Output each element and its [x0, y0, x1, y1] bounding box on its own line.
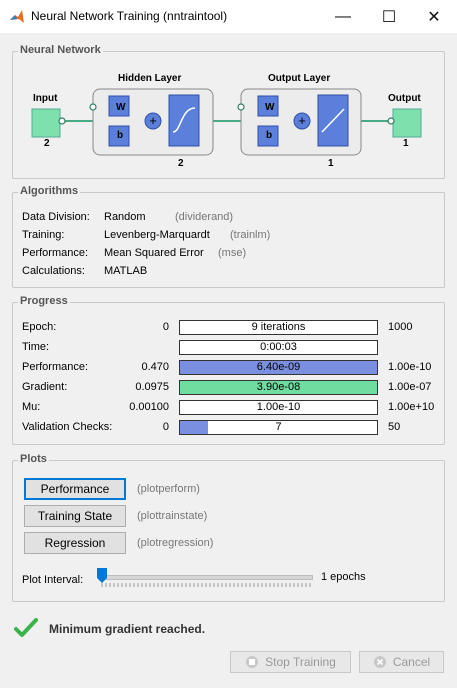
- progress-label-gradient: Gradient:: [22, 381, 68, 393]
- progress-label-epoch: Epoch:: [22, 321, 57, 333]
- algo-label-calculations: Calculations:: [22, 265, 85, 277]
- algo-value-division: Random: [104, 211, 146, 223]
- gradient-bar: 3.90e-08: [179, 380, 378, 395]
- progress-panel: Progress Epoch: 0 9 iterations 1000 Time…: [12, 295, 445, 445]
- progress-start-performance: 0.470: [141, 361, 169, 373]
- output-node: [392, 108, 422, 138]
- algo-fn-performance: (mse): [218, 247, 247, 259]
- progress-title: Progress: [18, 295, 70, 307]
- hidden-w-label: W: [116, 102, 126, 113]
- window-title: Neural Network Training (nntraintool): [31, 9, 228, 23]
- plot-interval-thumb[interactable]: [97, 568, 107, 583]
- hidden-layer-label: Hidden Layer: [118, 73, 182, 84]
- training-state-plot-button[interactable]: Training State: [24, 505, 126, 527]
- progress-start-gradient: 0.0975: [135, 381, 169, 393]
- validation-bar: 7: [179, 420, 378, 435]
- hidden-b-label: b: [117, 130, 124, 141]
- performance-plot-button[interactable]: Performance: [24, 478, 126, 500]
- gradient-bar-text: 3.90e-08: [256, 381, 301, 393]
- algo-label-division: Data Division:: [22, 211, 90, 223]
- training-state-plot-fn: (plottrainstate): [137, 510, 208, 522]
- algo-value-performance: Mean Squared Error: [104, 247, 204, 259]
- progress-end-epoch: 1000: [388, 321, 413, 333]
- progress-start-mu: 0.00100: [129, 401, 169, 413]
- input-size: 2: [44, 138, 50, 149]
- network-diagram: + +: [31, 88, 422, 156]
- algo-value-calculations: MATLAB: [104, 265, 148, 277]
- progress-end-performance: 1.00e-10: [388, 361, 432, 373]
- output-layer-size: 1: [328, 158, 334, 169]
- plots-title: Plots: [18, 453, 49, 465]
- performance-bar: 6.40e-09: [179, 360, 378, 375]
- progress-label-time: Time:: [22, 341, 50, 353]
- algo-label-training: Training:: [22, 229, 65, 241]
- progress-start-epoch: 0: [162, 321, 169, 333]
- algo-fn-division: (dividerand): [175, 211, 234, 223]
- validation-bar-text: 7: [275, 421, 282, 433]
- output-label: Output: [388, 93, 421, 104]
- progress-end-gradient: 1.00e-07: [388, 381, 432, 393]
- progress-label-performance: Performance:: [22, 361, 89, 373]
- input-label: Input: [33, 93, 58, 104]
- hidden-transfer-block: [168, 94, 200, 147]
- epoch-bar-fill: [180, 321, 182, 334]
- status-message: Minimum gradient reached.: [49, 622, 206, 636]
- cancel-button[interactable]: Cancel: [359, 651, 444, 673]
- regression-plot-fn: (plotregression): [137, 537, 214, 549]
- algo-fn-training: (trainlm): [230, 229, 271, 241]
- stop-training-label: Stop Training: [265, 655, 336, 669]
- svg-text:+: +: [298, 113, 306, 128]
- output-w-label: W: [265, 102, 275, 113]
- plot-interval-track[interactable]: [101, 575, 313, 580]
- progress-start-validation: 0: [162, 421, 169, 433]
- stop-training-button[interactable]: Stop Training: [230, 651, 351, 673]
- checkmark-icon: [14, 618, 38, 637]
- performance-plot-fn: (plotperform): [137, 483, 200, 495]
- mu-bar-text: 1.00e-10: [256, 401, 301, 413]
- progress-end-mu: 1.00e+10: [388, 401, 435, 413]
- close-button[interactable]: ✕: [411, 0, 457, 33]
- plot-interval-value: 1 epochs: [321, 571, 366, 583]
- progress-label-validation: Validation Checks:: [22, 421, 113, 433]
- algo-label-performance: Performance:: [22, 247, 89, 259]
- progress-end-validation: 50: [388, 421, 401, 433]
- plot-interval-label: Plot Interval:: [22, 574, 84, 586]
- input-node: [31, 108, 61, 138]
- regression-plot-button[interactable]: Regression: [24, 532, 126, 554]
- stop-icon: [246, 656, 259, 668]
- output-b-label: b: [266, 130, 273, 141]
- output-size: 1: [403, 138, 409, 149]
- algorithms-title: Algorithms: [18, 185, 81, 197]
- minimize-button[interactable]: —: [320, 0, 366, 33]
- algo-value-training: Levenberg-Marquardt: [104, 229, 210, 241]
- title-bar: Neural Network Training (nntraintool) — …: [0, 0, 457, 33]
- neural-network-panel: Neural Network + + Input 2 Hidden Layer …: [12, 44, 445, 179]
- performance-bar-text: 6.40e-09: [256, 361, 301, 373]
- hidden-layer-size: 2: [178, 158, 184, 169]
- cancel-icon: [373, 656, 386, 668]
- maximize-button[interactable]: ☐: [366, 0, 412, 33]
- progress-label-mu: Mu:: [22, 401, 41, 413]
- output-layer-label: Output Layer: [268, 73, 331, 84]
- time-bar-text: 0:00:03: [260, 341, 297, 353]
- mu-bar: 1.00e-10: [179, 400, 378, 415]
- cancel-label: Cancel: [392, 655, 431, 669]
- matlab-icon: [10, 10, 24, 23]
- time-bar: 0:00:03: [179, 340, 378, 355]
- validation-bar-fill: [180, 421, 208, 434]
- plots-panel: Plots Performance (plotperform) Training…: [12, 453, 445, 602]
- plot-interval-ticks: [101, 583, 311, 587]
- algorithms-panel: Algorithms Data Division: Random (divide…: [12, 185, 445, 288]
- svg-text:+: +: [149, 113, 157, 128]
- epoch-bar: 9 iterations: [179, 320, 378, 335]
- epoch-bar-text: 9 iterations: [251, 321, 306, 333]
